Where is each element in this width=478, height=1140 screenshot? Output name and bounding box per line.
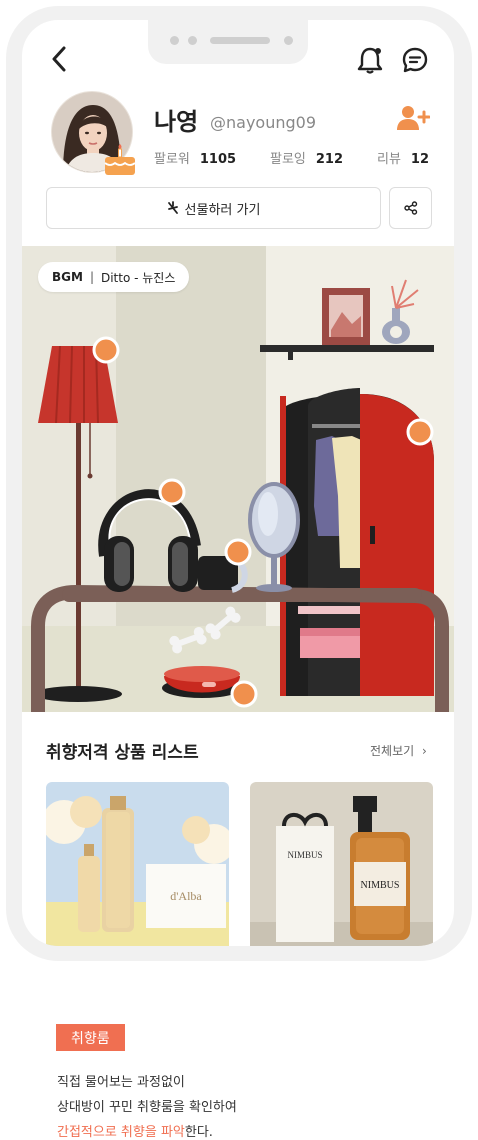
caption-line-2: 상대방이 꾸민 취향룸을 확인하여 bbox=[57, 1100, 237, 1115]
feature-tag: 취향룸 bbox=[56, 1024, 125, 1051]
hotspot-headphones[interactable] bbox=[158, 478, 186, 506]
stat-following-value: 212 bbox=[315, 152, 344, 167]
gift-button-label: 선물하러 가기 bbox=[184, 202, 261, 218]
bell-icon bbox=[357, 47, 383, 74]
share-button[interactable] bbox=[389, 187, 432, 229]
stat-followers[interactable]: 팔로워 1105 bbox=[154, 148, 236, 167]
add-friend-button[interactable] bbox=[395, 102, 431, 134]
product-brand-dalba: d'Alba bbox=[170, 889, 202, 903]
caption-line-3-rest: 한다. bbox=[184, 1125, 213, 1140]
hotspot-speaker[interactable] bbox=[224, 538, 252, 566]
hotspot-wardrobe[interactable] bbox=[406, 418, 434, 446]
stat-following[interactable]: 팔로잉 212 bbox=[270, 148, 343, 167]
bgm-separator: | bbox=[89, 270, 94, 284]
avatar[interactable] bbox=[51, 91, 136, 175]
view-all-label: 전체보기 bbox=[370, 744, 415, 758]
taste-room: BGM | Ditto - 뉴진스 bbox=[22, 246, 454, 712]
message-button[interactable] bbox=[400, 45, 430, 75]
caption-line-3: 간접적으로 취향을 파악한다. bbox=[57, 1121, 213, 1140]
stat-followers-value: 1105 bbox=[199, 152, 237, 167]
profile-handle: @nayoung09 bbox=[210, 113, 316, 132]
bgm-badge[interactable]: BGM | Ditto - 뉴진스 bbox=[38, 262, 190, 292]
cake-icon bbox=[104, 144, 136, 175]
share-icon bbox=[403, 201, 417, 215]
profile-name: 나영 bbox=[154, 108, 199, 136]
chat-icon bbox=[402, 47, 428, 73]
caption-highlight: 간접적으로 취향을 파악 bbox=[57, 1125, 185, 1140]
chevron-right-icon: › bbox=[422, 744, 427, 758]
gift-icon bbox=[167, 201, 178, 214]
bgm-label: BGM bbox=[52, 270, 83, 284]
stat-reviews-value: 12 bbox=[410, 152, 430, 167]
stat-followers-label: 팔로워 bbox=[154, 152, 190, 167]
hotspot-dog-bowl[interactable] bbox=[230, 680, 258, 708]
bgm-song: Ditto - 뉴진스 bbox=[100, 270, 176, 285]
view-all-link[interactable]: 전체보기 › bbox=[370, 742, 427, 759]
stat-reviews-label: 리뷰 bbox=[377, 152, 401, 167]
caption-line-1: 직접 물어보는 과정없이 bbox=[57, 1075, 185, 1090]
gift-button[interactable]: 선물하러 가기 bbox=[46, 187, 381, 229]
hotspot-lamp[interactable] bbox=[92, 336, 120, 364]
notification-button[interactable] bbox=[355, 45, 385, 75]
product-card-nimbus[interactable]: NIMBUS NIMBUS bbox=[250, 782, 433, 946]
product-list-title: 취향저격 상품 리스트 bbox=[46, 743, 199, 763]
stat-reviews[interactable]: 리뷰 12 bbox=[377, 148, 429, 167]
product-card-dalba[interactable]: d'Alba bbox=[46, 782, 229, 946]
add-friend-icon bbox=[397, 106, 430, 130]
product-brand-nimbus-bottle: NIMBUS bbox=[361, 880, 400, 891]
stat-following-label: 팔로잉 bbox=[270, 152, 306, 167]
product-brand-nimbus-box: NIMBUS bbox=[287, 850, 322, 860]
back-icon bbox=[52, 46, 66, 72]
app-screen: 나영 @nayoung09 팔로워 1105 팔로잉 212 리뷰 12 선물하러 가… bbox=[22, 20, 454, 946]
back-button[interactable] bbox=[44, 44, 74, 74]
phone-notch bbox=[148, 20, 308, 64]
